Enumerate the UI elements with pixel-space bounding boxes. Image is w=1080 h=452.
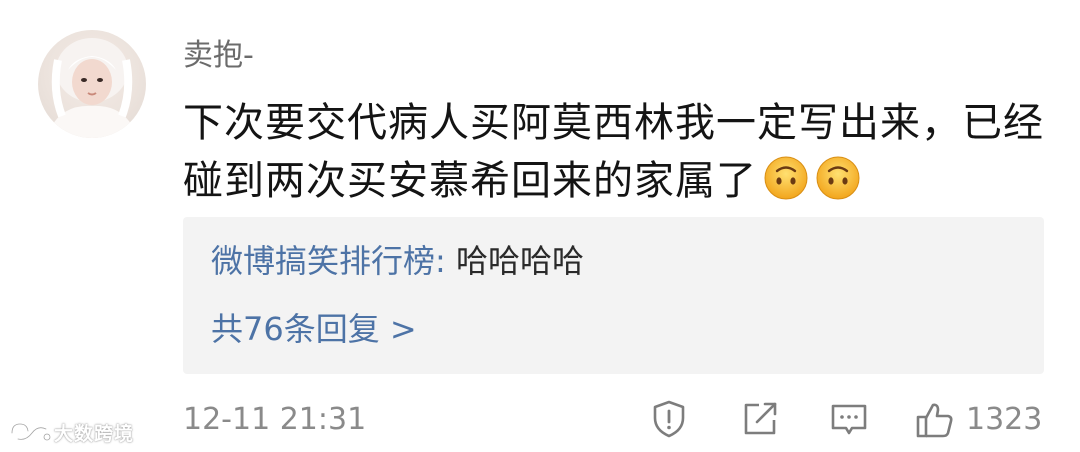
- comment-card: 卖抱- 下次要交代病人买阿莫西林我一定写出来，已经 碰到两次买安慕希回来的家属了: [0, 0, 1080, 452]
- share-icon: [744, 402, 777, 435]
- reply-separator: :: [435, 242, 446, 280]
- upside-down-face-icon: [763, 155, 809, 201]
- timestamp: 12-11 21:31: [183, 402, 367, 437]
- comment-text-line-1: 下次要交代病人买阿莫西林我一定写出来，已经: [183, 100, 1044, 146]
- comment-text: 下次要交代病人买阿莫西林我一定写出来，已经 碰到两次买安慕希回来的家属了: [183, 94, 1043, 210]
- reply-preview-box[interactable]: 微博搞笑排行榜: 哈哈哈哈 共76条回复 >: [183, 217, 1044, 374]
- share-button[interactable]: [739, 398, 781, 442]
- report-button[interactable]: [648, 398, 690, 442]
- avatar[interactable]: [38, 30, 146, 138]
- reply-preview: 微博搞笑排行榜: 哈哈哈哈: [211, 239, 584, 283]
- avatar-image: [46, 38, 138, 138]
- like-button[interactable]: 1323: [914, 398, 1042, 442]
- view-replies-link[interactable]: 共76条回复 >: [211, 307, 417, 351]
- thumbs-up-icon: [916, 403, 953, 438]
- upside-down-face-icon: [815, 155, 861, 201]
- comment-text-line-2: 碰到两次买安慕希回来的家属了: [183, 152, 1043, 210]
- watermark-logo-icon: [10, 422, 51, 441]
- username[interactable]: 卖抱-: [183, 36, 254, 76]
- reply-author[interactable]: 微博搞笑排行榜: [211, 242, 435, 280]
- comment-text-line-2-text: 碰到两次买安慕希回来的家属了: [183, 158, 757, 204]
- shield-alert-icon: [653, 400, 685, 438]
- reply-text: 哈哈哈哈: [445, 242, 584, 280]
- watermark-text: 大数跨境: [54, 422, 135, 445]
- like-count: 1323: [966, 402, 1043, 437]
- comment-button[interactable]: [828, 398, 870, 442]
- comment-icon: [831, 404, 867, 435]
- watermark: 大数跨境: [8, 418, 134, 446]
